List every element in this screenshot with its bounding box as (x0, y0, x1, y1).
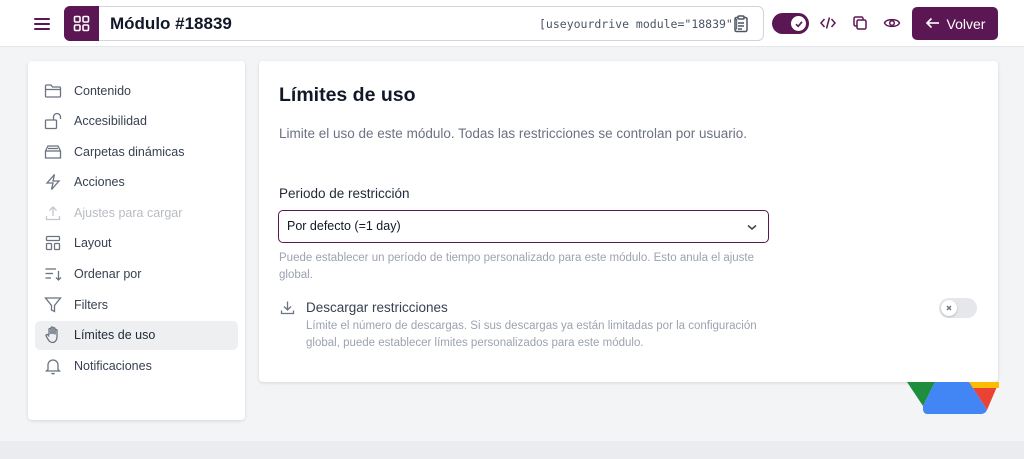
sidebar-item-label: Layout (74, 236, 112, 251)
back-button[interactable]: Volver (912, 7, 998, 40)
unlock-icon (44, 112, 62, 130)
sidebar-item-filters[interactable]: Filters (35, 290, 238, 319)
module-title: Módulo #18839 (110, 14, 232, 33)
restriction-period-label: Periodo de restricción (279, 186, 410, 201)
sidebar-item-accesibilidad[interactable]: Accesibilidad (35, 107, 238, 136)
hand-icon (44, 326, 62, 344)
chevron-down-icon (746, 220, 758, 232)
sidebar-item-label: Filters (74, 297, 109, 312)
restriction-period-value: Por defecto (=1 day) (287, 219, 401, 233)
sidebar-item-label: Límites de uso (74, 328, 156, 343)
download-restrictions-description: Límite el número de descargas. Si sus de… (306, 320, 757, 349)
sidebar-item-label: Ajustes para cargar (74, 205, 183, 220)
sidebar-item-limites-de-uso[interactable]: Límites de uso (35, 320, 238, 350)
layout-icon (44, 234, 62, 252)
filter-icon (44, 296, 62, 314)
page-title: Límites de uso (279, 84, 416, 106)
back-button-label: Volver (946, 15, 986, 32)
sort-icon (44, 265, 62, 283)
sidebar-item-ajustes-para-cargar[interactable]: Ajustes para cargar (35, 198, 238, 227)
lightning-icon (44, 173, 62, 191)
eye-icon[interactable] (883, 14, 901, 32)
sidebar-item-label: Ordenar por (74, 267, 142, 282)
module-active-toggle[interactable] (772, 13, 809, 34)
sidebar-item-contenido[interactable]: Contenido (35, 76, 238, 105)
x-icon (941, 300, 957, 316)
sidebar-item-label: Acciones (74, 175, 125, 190)
download-icon (280, 300, 295, 315)
sidebar-item-acciones[interactable]: Acciones (35, 168, 238, 197)
restriction-period-select[interactable]: Por defecto (=1 day) (278, 210, 769, 243)
code-icon[interactable] (819, 14, 837, 32)
sidebar-item-layout[interactable]: Layout (35, 229, 238, 258)
check-icon (791, 16, 806, 31)
page-description: Limite el uso de este módulo. Todas las … (279, 126, 747, 141)
google-drive-logo (907, 382, 999, 414)
bell-icon (44, 357, 62, 375)
arrow-left-icon (925, 16, 940, 32)
settings-sidebar: Contenido Accesibilidad Carpetas dinámic… (28, 61, 245, 420)
usage-limits-panel: Límites de uso Limite el uso de este mód… (259, 61, 998, 382)
inbox-icon (44, 143, 62, 161)
clipboard-copy-icon[interactable] (731, 14, 751, 34)
grid-icon (64, 6, 99, 41)
upload-icon (44, 204, 62, 222)
shortcode-text: [useyourdrive module="18839"] (539, 17, 740, 31)
bottom-strip (0, 441, 1024, 459)
sidebar-item-label: Contenido (74, 83, 131, 98)
sidebar-item-label: Carpetas dinámicas (74, 144, 185, 159)
restriction-period-help: Puede establecer un período de tiempo pe… (279, 252, 755, 281)
folder-icon (44, 82, 62, 100)
sidebar-item-label: Accesibilidad (74, 114, 147, 129)
download-restrictions-title: Descargar restricciones (306, 300, 448, 315)
sidebar-item-ordenar-por[interactable]: Ordenar por (35, 260, 238, 289)
sidebar-item-carpetas-dinamicas[interactable]: Carpetas dinámicas (35, 137, 238, 166)
duplicate-icon[interactable] (851, 14, 869, 32)
sidebar-item-label: Notificaciones (74, 358, 152, 373)
sidebar-item-notificaciones[interactable]: Notificaciones (35, 351, 238, 380)
download-restrictions-toggle[interactable] (939, 298, 977, 318)
top-bar: Módulo #18839 [useyourdrive module="1883… (0, 0, 1024, 47)
module-title-box: Módulo #18839 [useyourdrive module="1883… (64, 6, 764, 41)
menu-icon[interactable] (28, 10, 56, 38)
